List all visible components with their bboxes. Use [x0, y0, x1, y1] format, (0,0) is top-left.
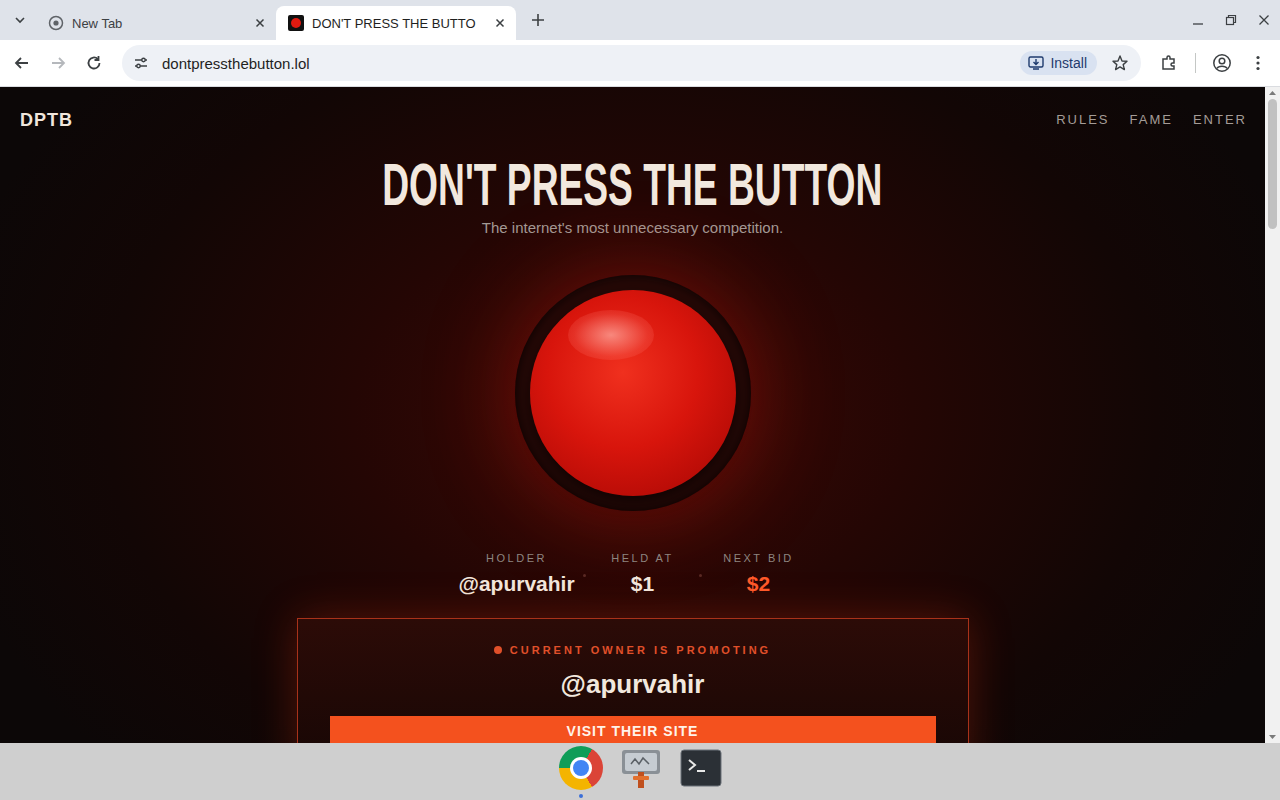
nav-link[interactable]: ENTER: [1193, 109, 1247, 131]
tab-label: New Tab: [72, 16, 244, 31]
scroll-track: [1265, 99, 1280, 731]
page-area: DPTB RULES FAME ENTER DON'T PRESS THE BUTTON…: [0, 87, 1280, 743]
stat: HOLDER @apurvahir: [457, 551, 577, 597]
chrome-icon: [559, 746, 603, 790]
promo-owner: @apurvahir: [561, 669, 705, 699]
nav-link[interactable]: FAME: [1130, 109, 1173, 131]
install-label: Install: [1050, 55, 1087, 71]
page-subtitle: The internet's most unnecessary competit…: [482, 219, 783, 237]
restore-icon: [1225, 14, 1237, 26]
tab-search-button[interactable]: [8, 6, 32, 34]
site-info-button[interactable]: [128, 50, 154, 76]
close-icon[interactable]: [492, 15, 508, 31]
window-controls: [1181, 6, 1280, 34]
chevron-down-icon: [14, 14, 26, 26]
promo-card: CURRENT OWNER IS PROMOTING @apurvahir VISI…: [297, 618, 969, 743]
live-dot: [494, 646, 502, 654]
scrollbar[interactable]: [1265, 87, 1280, 743]
taskbar: [0, 743, 1280, 800]
tab-strip: New Tab DON'T PRESS THE BUTTO: [0, 0, 1280, 40]
stat-label: NEXT BID: [709, 551, 809, 565]
button-shine: [568, 310, 654, 360]
install-icon: [1028, 55, 1044, 71]
bookmark-button[interactable]: [1105, 48, 1135, 78]
stat-label: HELD AT: [593, 551, 693, 565]
taskbar-item[interactable]: [617, 743, 665, 800]
puzzle-icon: [1160, 54, 1178, 72]
nav-link[interactable]: RULES: [1056, 109, 1109, 131]
close-icon[interactable]: [252, 15, 268, 31]
star-icon: [1111, 54, 1129, 72]
button-ring: [515, 275, 751, 511]
stat: HELD AT $1: [593, 551, 693, 597]
stat: NEXT BID $2: [709, 551, 809, 597]
close-icon: [1258, 14, 1270, 26]
plus-icon: [531, 13, 545, 27]
install-button[interactable]: Install: [1020, 51, 1097, 75]
address-bar[interactable]: dontpressthebutton.lol Install: [122, 45, 1141, 81]
extensions-button[interactable]: [1153, 47, 1185, 79]
web-page: DPTB RULES FAME ENTER DON'T PRESS THE BUTTON…: [0, 87, 1265, 743]
site-nav: DPTB RULES FAME ENTER: [0, 87, 1265, 131]
stats: HOLDER @apurvahir HELD AT $1 NEXT BID $2: [457, 551, 809, 597]
taskbar-item[interactable]: [557, 743, 605, 800]
scroll-up-icon[interactable]: [1265, 87, 1280, 99]
minimize-button[interactable]: [1181, 6, 1214, 34]
forward-button[interactable]: [42, 47, 74, 79]
close-window-button[interactable]: [1247, 6, 1280, 34]
menu-button[interactable]: [1242, 47, 1274, 79]
browser-tab[interactable]: DON'T PRESS THE BUTTO: [276, 6, 516, 40]
kebab-menu-icon: [1249, 54, 1267, 72]
forward-arrow-icon: [49, 54, 67, 72]
app-icon: [619, 746, 663, 790]
restore-button[interactable]: [1214, 6, 1247, 34]
promo-heading: CURRENT OWNER IS PROMOTING: [494, 643, 771, 657]
visit-site-button[interactable]: VISIT THEIR SITE: [330, 716, 936, 743]
chrome-favicon-icon: [48, 15, 64, 31]
scroll-thumb[interactable]: [1268, 99, 1277, 229]
tab-label: DON'T PRESS THE BUTTO: [312, 16, 484, 31]
new-tab-button[interactable]: [524, 6, 552, 34]
toolbar: dontpressthebutton.lol Install: [0, 40, 1280, 87]
stat-separator: [693, 551, 709, 591]
tune-icon: [133, 55, 149, 71]
url-text: dontpressthebutton.lol: [162, 55, 310, 72]
red-button[interactable]: [530, 290, 736, 496]
reload-button[interactable]: [78, 47, 110, 79]
browser-tab[interactable]: New Tab: [36, 6, 276, 40]
scroll-down-icon[interactable]: [1265, 731, 1280, 743]
page-title: DON'T PRESS THE BUTTON: [229, 155, 1036, 215]
minimize-icon: [1192, 14, 1204, 26]
nav-links: RULES FAME ENTER: [1056, 109, 1247, 131]
profile-button[interactable]: [1206, 47, 1238, 79]
terminal-icon: [680, 747, 722, 789]
back-button[interactable]: [6, 47, 38, 79]
site-logo[interactable]: DPTB: [20, 109, 73, 131]
active-indicator: [579, 794, 583, 798]
site-favicon-icon: [288, 15, 304, 31]
stat-value: @apurvahir: [457, 571, 577, 597]
reload-icon: [85, 54, 103, 72]
stat-label: HOLDER: [457, 551, 577, 565]
stat-value: $2: [709, 571, 809, 597]
screen: New Tab DON'T PRESS THE BUTTO dontpressthe…: [0, 0, 1280, 800]
stat-separator: [577, 551, 593, 591]
profile-icon: [1212, 53, 1232, 73]
back-arrow-icon: [13, 54, 31, 72]
stat-value: $1: [593, 571, 693, 597]
toolbar-separator: [1195, 53, 1196, 73]
taskbar-item[interactable]: [677, 743, 725, 800]
